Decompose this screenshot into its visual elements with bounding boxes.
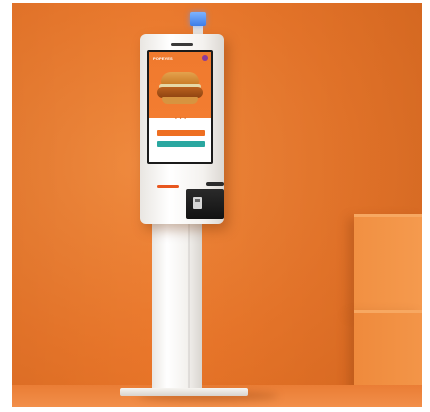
carousel-indicator: ● ● ● (175, 116, 188, 120)
chicken-sandwich-image (157, 68, 203, 108)
screen-brand-logo: POPEYES (153, 56, 173, 61)
kiosk-touchscreen[interactable]: POPEYES ● ● ● (147, 50, 213, 164)
step-lower-edge (354, 310, 422, 313)
card-slot (206, 182, 224, 186)
orange-step-lower (354, 310, 422, 392)
kiosk-screen-content: POPEYES ● ● ● (149, 52, 211, 162)
card-reader-icon (193, 197, 202, 209)
orange-step-upper (354, 214, 422, 312)
screen-secondary-button[interactable] (157, 141, 205, 147)
screen-primary-button[interactable] (157, 130, 205, 136)
status-beacon-light (190, 12, 206, 26)
kiosk-stand (152, 222, 202, 394)
receipt-printer-slot (157, 185, 179, 188)
kiosk-stand-seam (188, 224, 190, 392)
kiosk-camera (171, 43, 193, 46)
payment-terminal[interactable] (186, 189, 224, 219)
step-upper-edge (354, 214, 422, 217)
screen-menu-icon[interactable] (202, 55, 208, 61)
kiosk-base-plate (120, 388, 248, 396)
